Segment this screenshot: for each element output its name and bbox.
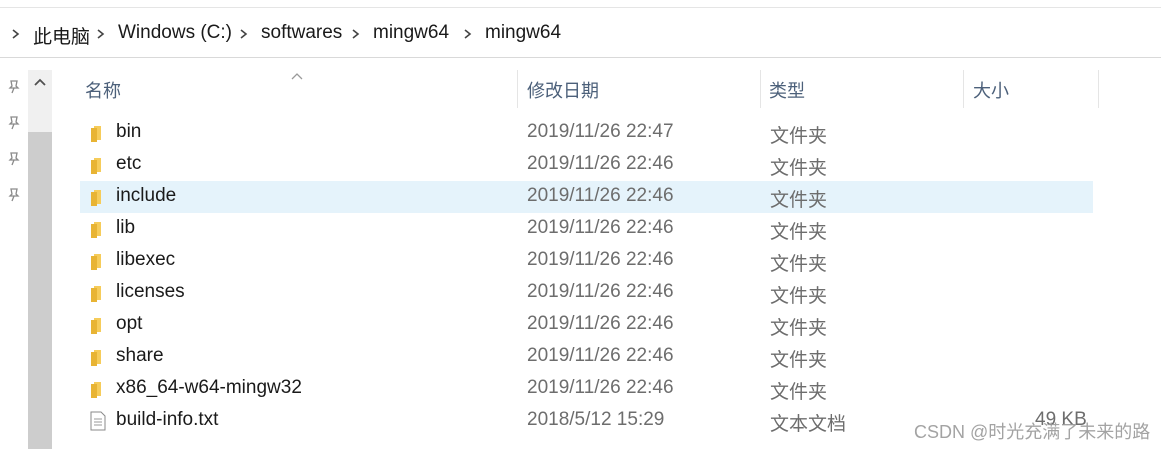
file-date: 2018/5/12 15:29: [527, 409, 665, 430]
breadcrumb-mingw64-current[interactable]: mingw64: [485, 22, 561, 44]
breadcrumb-drive-c[interactable]: Windows (C:): [118, 22, 232, 44]
pin-icon[interactable]: [6, 151, 22, 167]
column-header-type[interactable]: 类型: [769, 77, 805, 103]
folder-icon: [89, 251, 107, 271]
file-date: 2019/11/26 22:46: [527, 377, 674, 398]
column-header-row: 名称 修改日期 类型 大小: [52, 70, 1161, 108]
file-row[interactable]: opt 2019/11/26 22:46 文件夹: [80, 309, 1093, 341]
file-row[interactable]: lib 2019/11/26 22:46 文件夹: [80, 213, 1093, 245]
watermark: CSDN @时光充满了未来的路: [914, 422, 1151, 442]
pin-icon[interactable]: [6, 115, 22, 131]
file-name: share: [116, 345, 164, 366]
folder-icon: [89, 219, 107, 239]
column-header-size[interactable]: 大小: [973, 77, 1009, 103]
file-name: libexec: [116, 249, 176, 270]
file-row[interactable]: licenses 2019/11/26 22:46 文件夹: [80, 277, 1093, 309]
file-type: 文件夹: [770, 158, 828, 179]
folder-icon: [89, 187, 107, 207]
file-row[interactable]: x86_64-w64-mingw32 2019/11/26 22:46 文件夹: [80, 373, 1093, 405]
file-date: 2019/11/26 22:47: [527, 121, 674, 142]
file-type: 文件夹: [770, 126, 828, 147]
scroll-up-arrow-icon[interactable]: [28, 70, 52, 96]
file-name: build-info.txt: [116, 409, 219, 430]
folder-icon: [89, 283, 107, 303]
column-divider[interactable]: [760, 70, 761, 108]
column-divider[interactable]: [1098, 70, 1099, 108]
folder-icon: [89, 123, 107, 143]
file-type: 文件夹: [770, 382, 828, 403]
file-type: 文件夹: [770, 350, 828, 371]
navigation-scrollbar[interactable]: [28, 70, 52, 449]
folder-icon: [89, 347, 107, 367]
file-date: 2019/11/26 22:46: [527, 153, 674, 174]
file-name: bin: [116, 121, 142, 142]
folder-icon: [89, 315, 107, 335]
file-row[interactable]: libexec 2019/11/26 22:46 文件夹: [80, 245, 1093, 277]
address-bar[interactable]: 此电脑 Windows (C:) softwares mingw64 mingw…: [0, 12, 1161, 58]
file-type: 文本文档: [770, 414, 847, 435]
file-date: 2019/11/26 22:46: [527, 281, 674, 302]
file-type: 文件夹: [770, 286, 828, 307]
file-name: x86_64-w64-mingw32: [116, 377, 302, 398]
navigation-pane: [0, 70, 28, 449]
breadcrumb-mingw64-parent[interactable]: mingw64: [373, 22, 449, 44]
folder-icon: [89, 155, 107, 175]
window-top-edge: [0, 7, 1161, 8]
breadcrumb-this-pc[interactable]: 此电脑: [33, 22, 90, 49]
chevron-right-icon[interactable]: [350, 24, 362, 44]
file-row[interactable]: bin 2019/11/26 22:47 文件夹: [80, 117, 1093, 149]
pin-icon[interactable]: [6, 79, 22, 95]
file-row[interactable]: etc 2019/11/26 22:46 文件夹: [80, 149, 1093, 181]
file-date: 2019/11/26 22:46: [527, 313, 674, 334]
scrollbar-thumb[interactable]: [28, 132, 52, 449]
file-date: 2019/11/26 22:46: [527, 345, 674, 366]
column-divider[interactable]: [517, 70, 518, 108]
file-row[interactable]: share 2019/11/26 22:46 文件夹: [80, 341, 1093, 373]
file-type: 文件夹: [770, 190, 828, 211]
file-name: lib: [116, 217, 136, 238]
file-name: licenses: [116, 281, 185, 302]
file-date: 2019/11/26 22:46: [527, 185, 674, 206]
file-type: 文件夹: [770, 318, 828, 339]
folder-icon: [89, 379, 107, 399]
file-name: opt: [116, 313, 143, 334]
breadcrumb-softwares[interactable]: softwares: [261, 22, 342, 44]
file-type: 文件夹: [770, 254, 828, 275]
chevron-right-icon[interactable]: [462, 24, 474, 44]
file-date: 2019/11/26 22:46: [527, 217, 674, 238]
chevron-right-icon[interactable]: [238, 24, 250, 44]
file-name: etc: [116, 153, 142, 174]
file-date: 2019/11/26 22:46: [527, 249, 674, 270]
sort-ascending-icon: [290, 67, 304, 80]
chevron-right-icon[interactable]: [10, 24, 22, 44]
column-header-name[interactable]: 名称: [85, 77, 121, 103]
file-row-selected[interactable]: include 2019/11/26 22:46 文件夹: [80, 181, 1093, 213]
text-file-icon: [89, 411, 107, 431]
column-divider[interactable]: [963, 70, 964, 108]
pin-icon[interactable]: [6, 187, 22, 203]
column-header-date[interactable]: 修改日期: [527, 77, 599, 103]
file-type: 文件夹: [770, 222, 828, 243]
chevron-right-icon[interactable]: [95, 24, 107, 44]
file-name: include: [116, 185, 177, 206]
